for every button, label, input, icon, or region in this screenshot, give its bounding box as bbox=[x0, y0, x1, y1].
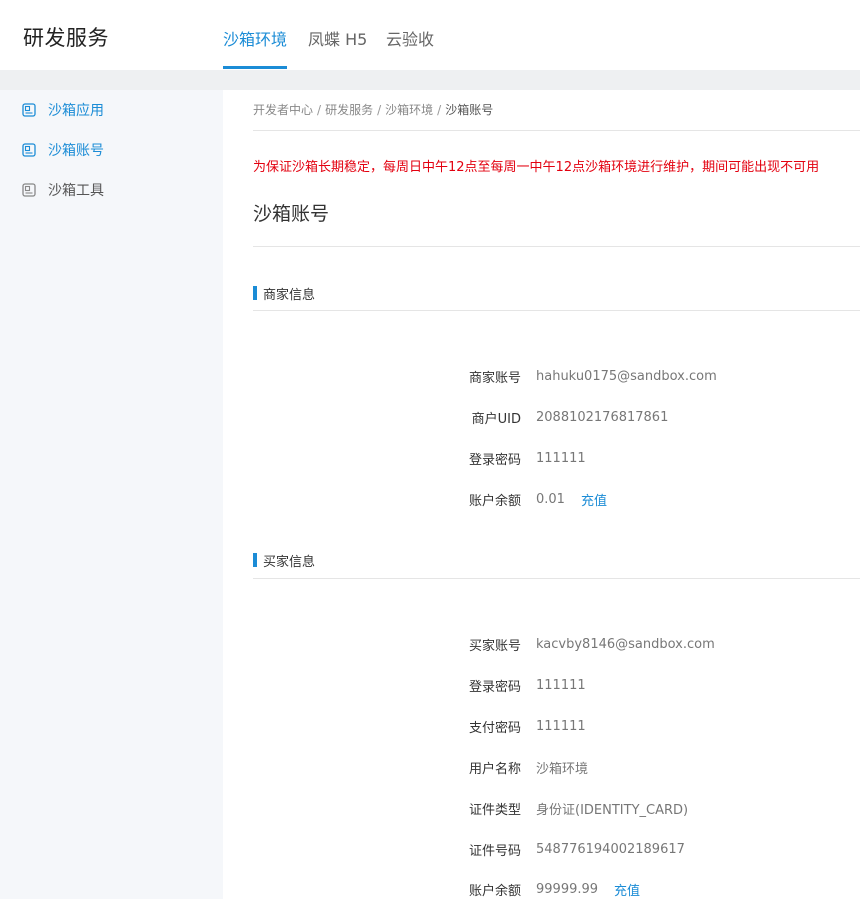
merchant-section-divider bbox=[253, 310, 860, 311]
buyer-recharge-link[interactable]: 充值 bbox=[614, 880, 640, 899]
buyer-balance-row: 账户余额 99999.99 充值 bbox=[440, 879, 640, 899]
tab-cloud-acceptance[interactable]: 云验收 bbox=[386, 26, 434, 50]
merchant-balance-row: 账户余额 0.01 充值 bbox=[440, 489, 607, 509]
sidebar-item-sandbox-tools[interactable]: 沙箱工具 bbox=[22, 180, 104, 200]
field-label: 账户余额 bbox=[468, 883, 521, 899]
buyer-pay-password-row: 支付密码 111111 bbox=[440, 716, 586, 736]
breadcrumb-developer-center[interactable]: 开发者中心 bbox=[253, 103, 313, 117]
field-value: 111111 bbox=[536, 450, 586, 466]
breadcrumb-separator: / bbox=[317, 103, 322, 117]
merchant-section-header: 商家信息 bbox=[253, 285, 316, 303]
breadcrumb-divider bbox=[253, 130, 860, 131]
buyer-id-type-row: 证件类型 身份证(IDENTITY_CARD) bbox=[440, 798, 688, 818]
breadcrumb: 开发者中心 / 研发服务 / 沙箱环境 / 沙箱账号 bbox=[253, 101, 493, 118]
top-header: 研发服务 沙箱环境 凤蝶 H5 云验收 bbox=[0, 0, 860, 70]
field-value: kacvby8146@sandbox.com bbox=[536, 636, 715, 652]
buyer-section-divider bbox=[253, 578, 860, 579]
field-label: 证件类型 bbox=[468, 802, 521, 818]
section-title: 商家信息 bbox=[263, 287, 316, 303]
merchant-recharge-link[interactable]: 充值 bbox=[581, 490, 607, 509]
sidebar-item-label: 沙箱账号 bbox=[48, 143, 104, 159]
field-label: 支付密码 bbox=[468, 720, 521, 736]
field-label: 登录密码 bbox=[468, 452, 521, 468]
title-divider bbox=[253, 246, 860, 247]
field-label: 登录密码 bbox=[468, 679, 521, 695]
active-tab-indicator bbox=[223, 66, 287, 69]
buyer-id-number-row: 证件号码 548776194002189617 bbox=[440, 839, 685, 859]
buyer-username-row: 用户名称 沙箱环境 bbox=[440, 757, 588, 777]
sidebar-item-sandbox-account[interactable]: 沙箱账号 bbox=[22, 140, 104, 160]
tools-card-icon bbox=[22, 183, 36, 197]
section-accent-bar bbox=[253, 553, 257, 567]
field-value: 身份证(IDENTITY_CARD) bbox=[536, 802, 689, 818]
maintenance-notice: 为保证沙箱长期稳定，每周日中午12点至每周一中午12点沙箱环境进行维护，期间可能… bbox=[253, 160, 820, 175]
breadcrumb-dev-services[interactable]: 研发服务 bbox=[325, 103, 373, 117]
tab-sandbox-env[interactable]: 沙箱环境 bbox=[223, 26, 287, 50]
tab-fengdie-h5[interactable]: 凤蝶 H5 bbox=[308, 26, 367, 50]
merchant-account-row: 商家账号 hahuku0175@sandbox.com bbox=[440, 366, 717, 386]
field-label: 买家账号 bbox=[468, 638, 521, 654]
merchant-uid-row: 商户UID 2088102176817861 bbox=[440, 407, 669, 427]
breadcrumb-separator: / bbox=[437, 103, 442, 117]
sidebar: 沙箱应用 沙箱账号 沙箱工具 bbox=[0, 90, 223, 899]
field-value: 0.01 bbox=[536, 491, 565, 507]
breadcrumb-separator: / bbox=[377, 103, 382, 117]
sidebar-item-sandbox-app[interactable]: 沙箱应用 bbox=[22, 100, 104, 120]
buyer-login-password-row: 登录密码 111111 bbox=[440, 675, 586, 695]
brand-title: 研发服务 bbox=[23, 26, 109, 50]
field-value: 2088102176817861 bbox=[536, 409, 669, 425]
breadcrumb-current: 沙箱账号 bbox=[445, 103, 494, 117]
page-title: 沙箱账号 bbox=[253, 203, 330, 225]
field-label: 用户名称 bbox=[468, 761, 521, 777]
section-title: 买家信息 bbox=[263, 554, 316, 570]
field-label: 商户UID bbox=[471, 411, 521, 427]
field-value: 111111 bbox=[536, 677, 586, 693]
field-value: hahuku0175@sandbox.com bbox=[536, 368, 717, 384]
sidebar-item-label: 沙箱应用 bbox=[48, 103, 104, 119]
buyer-section-header: 买家信息 bbox=[253, 552, 316, 570]
field-label: 商家账号 bbox=[468, 370, 521, 386]
breadcrumb-sandbox-env[interactable]: 沙箱环境 bbox=[385, 103, 433, 117]
field-value: 99999.99 bbox=[536, 881, 599, 897]
header-divider-band bbox=[0, 70, 860, 90]
buyer-account-row: 买家账号 kacvby8146@sandbox.com bbox=[440, 634, 715, 654]
sidebar-item-label: 沙箱工具 bbox=[48, 183, 104, 199]
field-label: 账户余额 bbox=[468, 493, 521, 509]
merchant-login-password-row: 登录密码 111111 bbox=[440, 448, 586, 468]
field-label: 证件号码 bbox=[468, 843, 521, 859]
app-card-icon bbox=[22, 103, 36, 117]
account-card-icon bbox=[22, 143, 36, 157]
field-value: 548776194002189617 bbox=[536, 841, 685, 857]
field-value: 沙箱环境 bbox=[536, 761, 589, 777]
field-value: 111111 bbox=[536, 718, 586, 734]
section-accent-bar bbox=[253, 286, 257, 300]
